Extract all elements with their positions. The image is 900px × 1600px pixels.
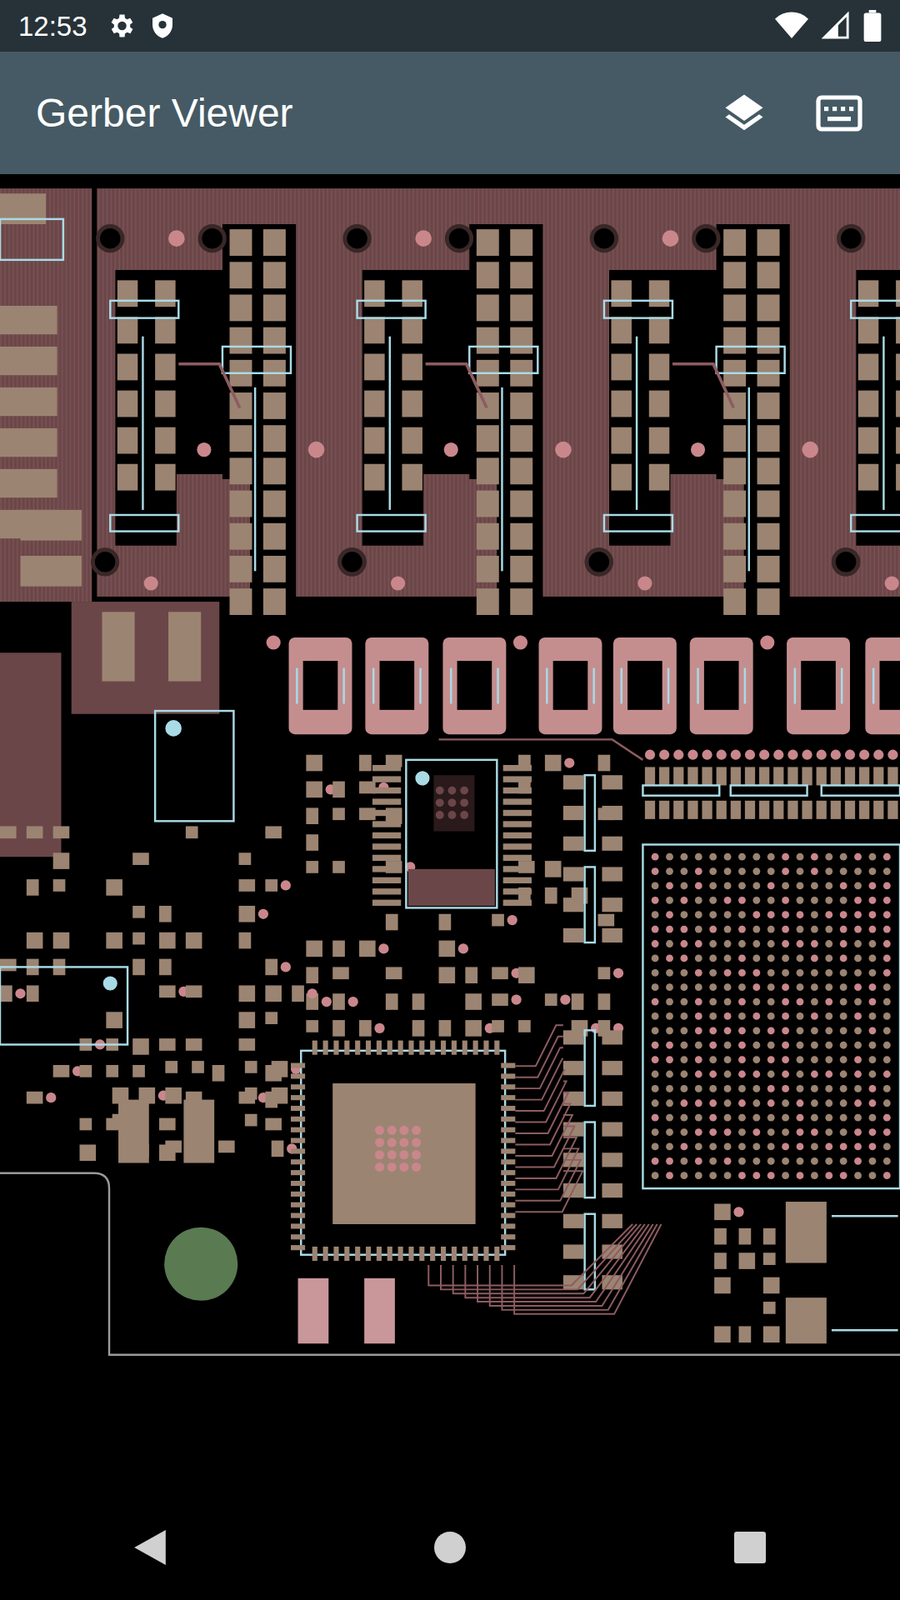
app-bar: Gerber Viewer [0,51,900,175]
app-title: Gerber Viewer [35,89,294,138]
recents-button[interactable] [704,1501,796,1594]
home-button[interactable] [404,1501,496,1594]
status-time: 12:53 [18,12,88,40]
back-icon [132,1528,168,1567]
settings-gear-icon [105,10,136,41]
battery-icon [863,10,882,42]
measure-button[interactable] [801,75,877,151]
home-icon [433,1530,467,1565]
shield-icon [149,10,176,41]
status-bar: 12:53 [0,0,900,52]
pcb-canvas[interactable] [0,174,900,1495]
layers-icon [721,90,767,136]
back-button[interactable] [104,1501,196,1594]
layers-button[interactable] [706,75,782,151]
recents-icon [733,1530,767,1565]
navigation-bar [0,1495,900,1600]
cell-signal-icon [821,11,850,40]
wifi-icon [775,11,809,40]
pcb-drawing[interactable] [0,174,900,1495]
app-screen: 12:53 Gerber Viewer [0,0,900,1600]
measure-icon [815,95,863,132]
